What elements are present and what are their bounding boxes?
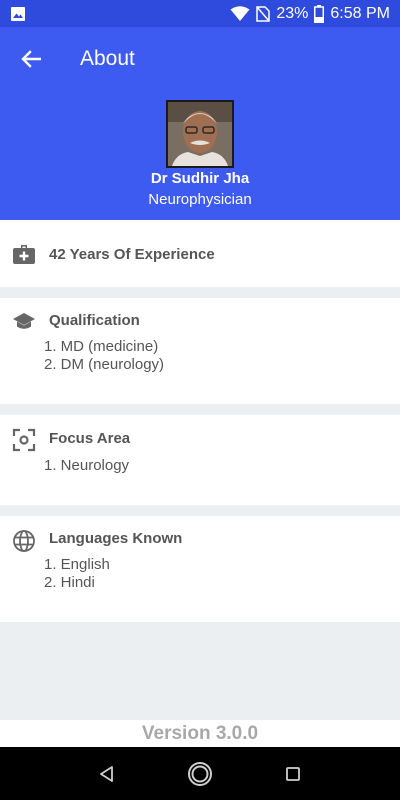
experience-label: 42 Years Of Experience	[49, 246, 215, 263]
qualification-heading: Qualification	[49, 312, 140, 329]
page-title: About	[80, 46, 135, 70]
battery-icon	[314, 4, 325, 23]
app-bar: About	[0, 27, 400, 90]
qualification-list: 1. MD (medicine) 2. DM (neurology)	[44, 338, 164, 374]
profile-header: Dr Sudhir Jha Neurophysician	[0, 90, 400, 220]
languages-card: Languages Known 1. English 2. Hindi	[0, 516, 400, 622]
app-version: Version 3.0.0	[0, 720, 400, 747]
languages-heading: Languages Known	[49, 530, 183, 547]
list-item: 2. Hindi	[44, 574, 95, 591]
experience-card: 42 Years Of Experience	[0, 220, 400, 287]
focus-area-card: Focus Area 1. Neurology	[0, 415, 400, 505]
list-item: 1. Neurology	[44, 457, 130, 474]
nav-home-icon[interactable]	[180, 754, 220, 794]
nav-back-icon[interactable]	[87, 754, 127, 794]
no-sim-icon	[256, 5, 271, 22]
focus-area-list: 1. Neurology	[44, 457, 129, 475]
medical-bag-icon	[12, 242, 36, 266]
graduation-cap-icon	[12, 310, 36, 334]
list-item: 1. MD (medicine)	[44, 338, 159, 355]
doctor-name: Dr Sudhir Jha	[150, 170, 250, 187]
system-nav-bar	[0, 747, 400, 800]
center-focus-icon	[12, 428, 36, 452]
list-item: 1. English	[44, 556, 110, 573]
globe-icon	[12, 529, 36, 553]
image-icon	[10, 6, 26, 22]
qualification-card: Qualification 1. MD (medicine) 2. DM (ne…	[0, 298, 400, 404]
arrow-back-icon[interactable]	[0, 27, 62, 90]
status-time: 6:58 PM	[330, 4, 390, 22]
list-item: 2. DM (neurology)	[44, 356, 165, 373]
avatar	[166, 100, 234, 168]
battery-percent: 23%	[276, 4, 309, 22]
nav-recents-icon[interactable]	[273, 754, 313, 794]
languages-list: 1. English 2. Hindi	[44, 556, 110, 592]
focus-area-heading: Focus Area	[49, 430, 131, 447]
wifi-icon	[230, 5, 250, 22]
doctor-specialty: Neurophysician	[148, 191, 252, 208]
status-bar: 23% 6:58 PM	[0, 0, 400, 27]
